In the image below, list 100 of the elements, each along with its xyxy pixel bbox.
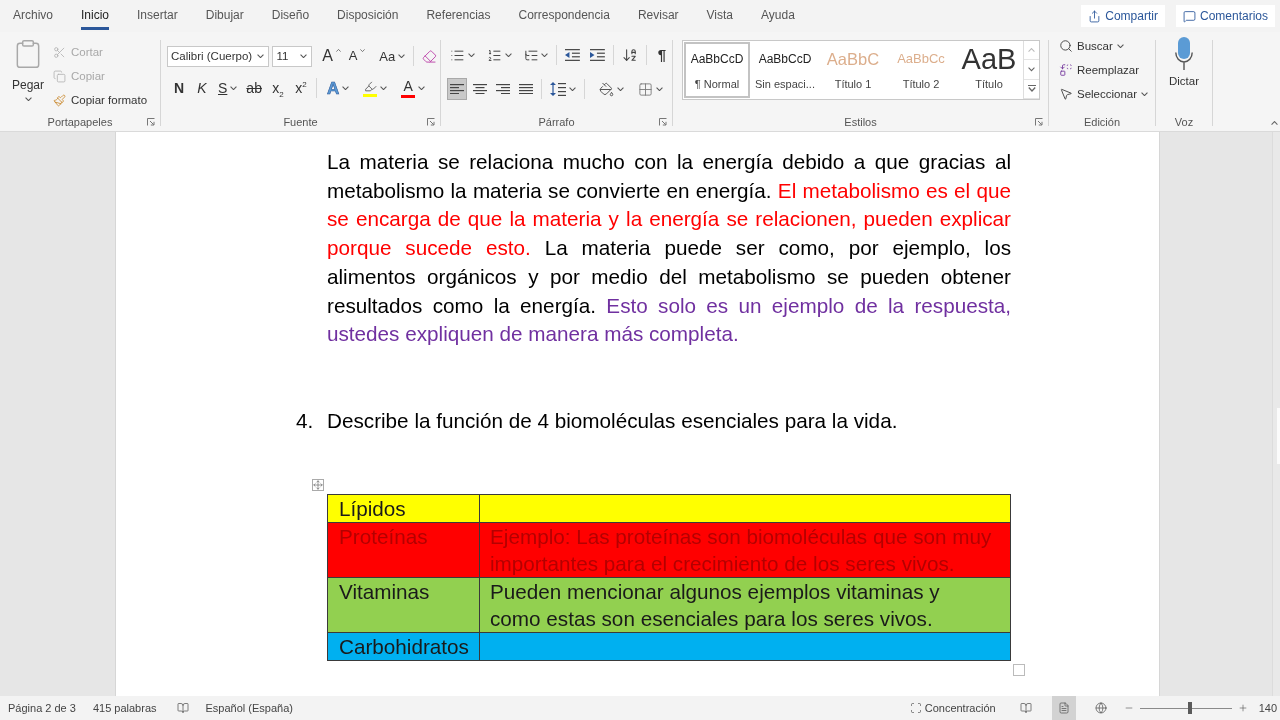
microphone-icon bbox=[1175, 37, 1193, 70]
align-left-button[interactable] bbox=[447, 78, 467, 100]
print-layout-button[interactable] bbox=[1051, 696, 1076, 720]
grow-font-button[interactable]: A bbox=[319, 45, 344, 67]
caret-down-icon bbox=[504, 52, 512, 58]
page-icon bbox=[1057, 702, 1070, 714]
paste-button[interactable]: Pegar bbox=[8, 38, 48, 108]
copy-icon bbox=[53, 69, 66, 83]
caret-down-icon bbox=[467, 52, 475, 58]
indent-decrease-icon bbox=[565, 49, 581, 61]
caret-down-icon bbox=[617, 86, 624, 92]
caret-down-icon bbox=[24, 97, 32, 102]
font-size-select[interactable]: 11 bbox=[272, 45, 313, 67]
focus-icon bbox=[909, 702, 922, 714]
group-label: Párrafo bbox=[538, 115, 575, 128]
caret-down-icon bbox=[569, 86, 576, 92]
align-center-icon bbox=[473, 83, 487, 95]
grid-icon bbox=[638, 81, 653, 97]
dialog-launcher-icon[interactable] bbox=[659, 117, 667, 126]
ribbon-tab[interactable]: Revisar bbox=[637, 0, 679, 30]
subscript-button[interactable]: x$_{2}$ bbox=[267, 77, 288, 99]
change-case-button[interactable]: Aa bbox=[376, 45, 409, 67]
sort-icon bbox=[622, 47, 638, 63]
caret-up-icon bbox=[335, 49, 341, 52]
superscript-button[interactable]: x$^{2}$ bbox=[290, 77, 311, 99]
caret-up-icon bbox=[1028, 48, 1035, 53]
search-icon bbox=[1059, 39, 1073, 53]
caret-down-icon bbox=[418, 85, 426, 91]
word-count[interactable]: 415 palabras bbox=[92, 702, 157, 714]
caret-down-icon bbox=[398, 53, 406, 59]
speech-bubble-icon bbox=[1182, 9, 1196, 23]
comments-button[interactable]: Comentarios bbox=[1175, 5, 1275, 27]
move-handle-icon[interactable] bbox=[312, 478, 324, 491]
resize-handle-icon[interactable] bbox=[1013, 663, 1025, 676]
ribbon-tab[interactable]: Insertar bbox=[137, 0, 178, 30]
table-cell: Lípidos bbox=[327, 494, 480, 523]
question-number: 4. bbox=[296, 407, 315, 434]
share-button[interactable]: Compartir bbox=[1081, 5, 1165, 27]
dialog-launcher-icon[interactable] bbox=[1035, 117, 1043, 126]
format-painter-button[interactable]: Copiar formato bbox=[53, 88, 148, 112]
share-icon bbox=[1088, 9, 1102, 23]
pointer-icon bbox=[1059, 87, 1073, 101]
focus-button[interactable]: Concentración bbox=[909, 696, 996, 720]
line-spacing-icon bbox=[550, 82, 566, 96]
ribbon-tab[interactable]: Correspondencia bbox=[518, 0, 610, 30]
caret-down-icon bbox=[360, 49, 366, 52]
ribbon-tab[interactable]: Referencias bbox=[426, 0, 491, 30]
ribbon-tab[interactable]: Ayuda bbox=[761, 0, 795, 30]
font-name-select[interactable]: Calibri (Cuerpo) bbox=[167, 45, 270, 67]
group-label: Estilos bbox=[844, 115, 877, 128]
ribbon-tab[interactable]: Dibujar bbox=[205, 0, 244, 30]
show-marks-button[interactable]: ¶ bbox=[652, 44, 672, 66]
style-item[interactable]: AaBbCcD ¶ Normal bbox=[684, 42, 750, 98]
group-label: Voz bbox=[1174, 115, 1194, 128]
table-cell: Proteínas bbox=[327, 522, 480, 578]
language-label[interactable]: Español (España) bbox=[205, 702, 293, 714]
dialog-launcher-icon[interactable] bbox=[427, 117, 435, 126]
globe-icon bbox=[1094, 702, 1107, 714]
table-cell: Vitaminas bbox=[327, 577, 480, 633]
underline-button[interactable]: S bbox=[215, 77, 241, 99]
replace-icon bbox=[1059, 63, 1073, 77]
replace-button[interactable]: Reemplazar bbox=[1059, 58, 1155, 82]
find-button[interactable]: Buscar bbox=[1059, 34, 1155, 58]
table-cell: Pueden mencionar algunos ejemplos vitaminas y como estas son esenciales para los seres vivos. bbox=[479, 577, 1011, 633]
select-button[interactable]: Seleccionar bbox=[1059, 82, 1155, 106]
group-label: Fuente bbox=[283, 115, 318, 128]
align-left-icon bbox=[450, 83, 464, 95]
ribbon-tab[interactable]: Archivo bbox=[13, 0, 53, 30]
ribbon-tab[interactable]: Diseño bbox=[271, 0, 310, 30]
book-icon bbox=[1019, 702, 1032, 714]
paint-bucket-icon bbox=[599, 81, 614, 97]
shrink-font-button[interactable]: A bbox=[345, 45, 369, 67]
dialog-launcher-icon[interactable] bbox=[147, 117, 155, 126]
caret-down-icon bbox=[541, 52, 549, 58]
group-label: Edición bbox=[1083, 115, 1121, 128]
group-label: Portapapeles bbox=[47, 115, 113, 128]
table-cell: Carbohidratos bbox=[327, 632, 480, 661]
page-count[interactable]: Página 2 de 3 bbox=[8, 702, 76, 714]
caret-down-icon bbox=[300, 53, 308, 59]
zoom-level[interactable]: 140 bbox=[1258, 702, 1277, 714]
more-icon bbox=[1027, 85, 1036, 93]
bold-button[interactable]: N bbox=[169, 77, 189, 99]
numbered-list-icon bbox=[486, 47, 502, 63]
caret-down-icon bbox=[1028, 67, 1035, 72]
align-right-icon bbox=[496, 83, 510, 95]
eraser-icon bbox=[422, 48, 437, 64]
caret-down-icon bbox=[656, 86, 663, 92]
caret-down-icon bbox=[380, 85, 388, 91]
strikethrough-button[interactable]: ab bbox=[243, 77, 265, 99]
italic-button[interactable]: K bbox=[192, 77, 212, 99]
ribbon-tab[interactable]: Disposición bbox=[337, 0, 399, 30]
question-text: Describe la función de 4 biomoléculas esenciales para la vida. bbox=[327, 407, 898, 434]
vertical-scrollbar[interactable] bbox=[1272, 132, 1280, 696]
body-paragraph: La materia se relaciona mucho con la energía debido a que gracias al metabolismo la materia se convierte en energía. El metabolismo es el que se encarga de que la materia y la energía se relacionen, pueden explicar porque sucede esto. La materia puede ser como, por ejemplo, los alimentos orgánicos y por medio del metabolismo se pueden obtener resultados como la energía. Esto solo es un ejemplo de la respuesta, ustedes expliquen de manera más completa. bbox=[327, 149, 1011, 348]
slider-thumb[interactable] bbox=[1188, 702, 1193, 714]
font-color-button[interactable]: A bbox=[398, 77, 429, 99]
ribbon-tab[interactable]: Vista bbox=[706, 0, 734, 30]
highlighter-icon bbox=[363, 79, 377, 93]
book-icon[interactable] bbox=[176, 702, 189, 714]
dictate-button[interactable]: Dictar bbox=[1161, 37, 1207, 95]
